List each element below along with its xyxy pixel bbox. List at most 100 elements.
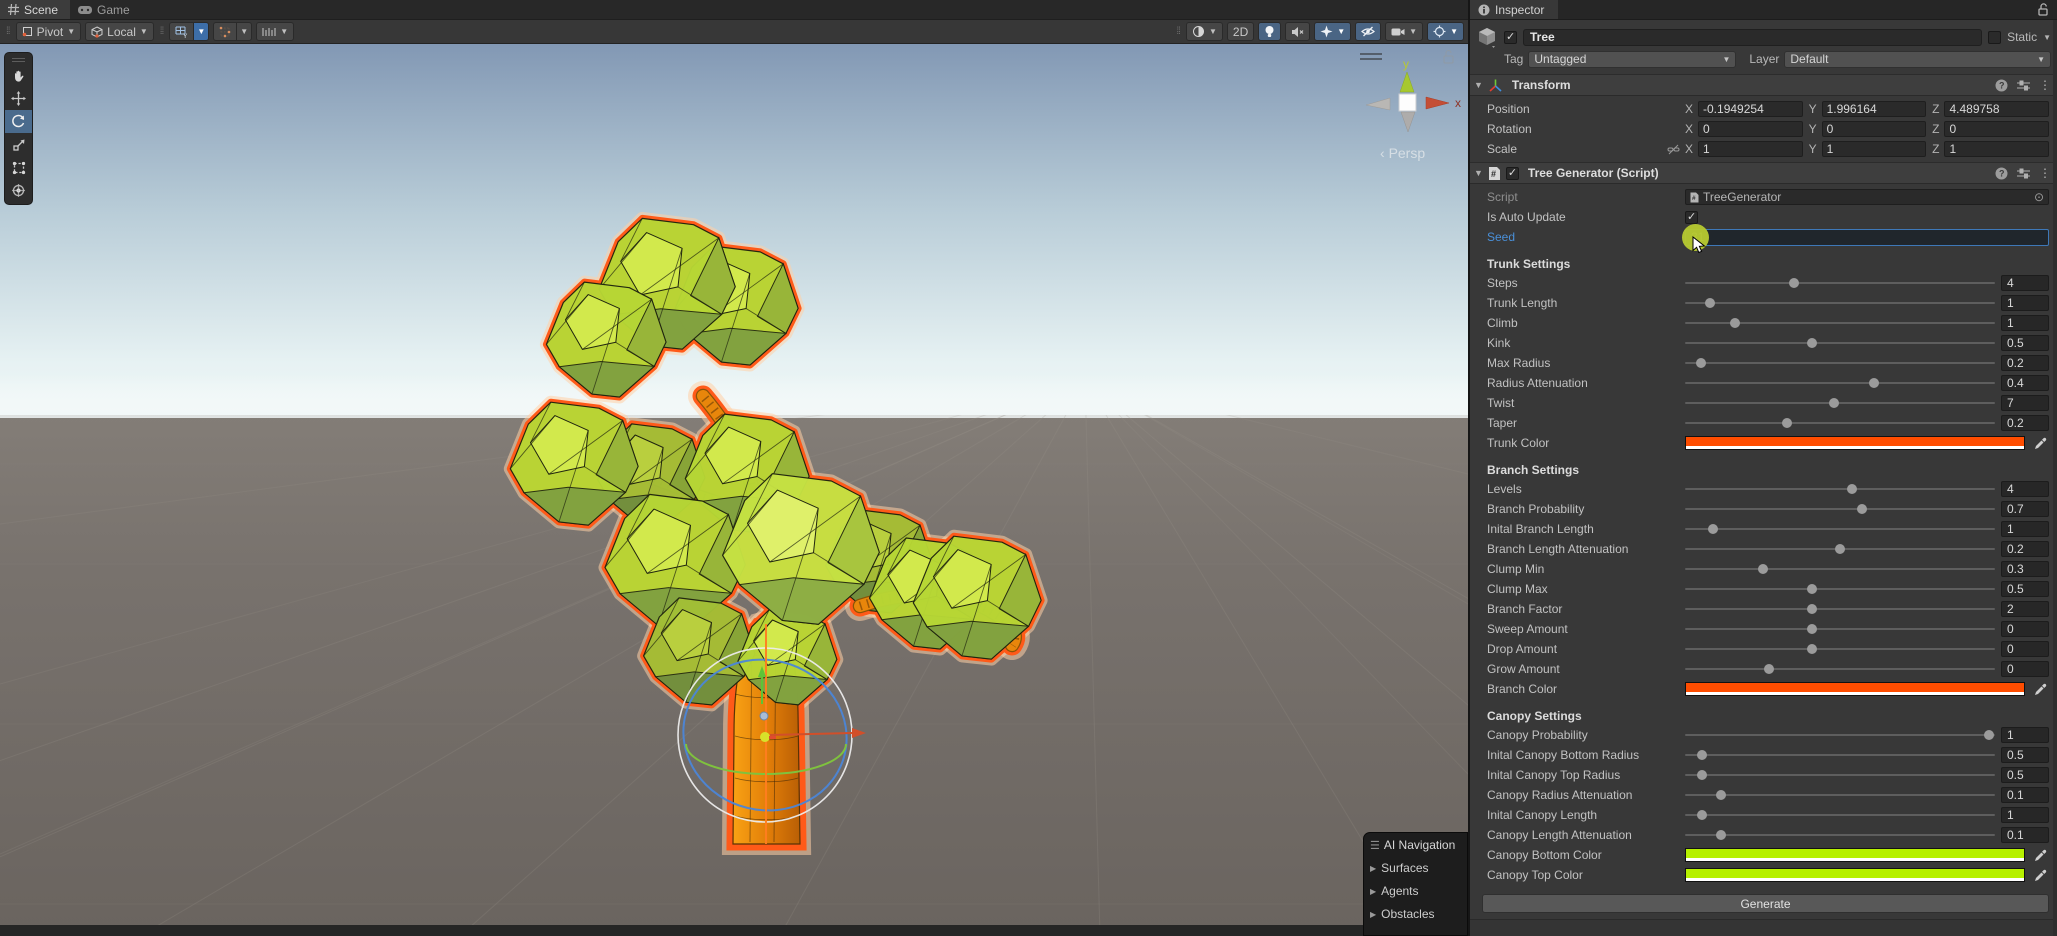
value-field[interactable]: 0	[2001, 621, 2049, 637]
slider-handle[interactable]	[1716, 790, 1726, 800]
slider-handle[interactable]	[1984, 730, 1994, 740]
inspector-lock-icon[interactable]	[2037, 0, 2057, 19]
position-x-field[interactable]: -0.1949254	[1698, 101, 1803, 117]
value-field[interactable]: 1	[2001, 295, 2049, 311]
gizmos-button[interactable]: ▼	[1427, 22, 1464, 41]
slider-handle[interactable]	[1758, 564, 1768, 574]
x-axis-cone[interactable]	[1426, 97, 1449, 109]
value-field[interactable]: 0.1	[2001, 827, 2049, 843]
eyedropper-icon[interactable]	[2031, 437, 2049, 450]
slider-handle[interactable]	[1807, 604, 1817, 614]
ai-nav-menu-icon[interactable]: ☰	[1370, 839, 1380, 852]
grid-visibility-button[interactable]: Y	[169, 22, 193, 41]
toolbar-grip3[interactable]: ⁞⁞	[1174, 26, 1182, 37]
slider-track[interactable]	[1685, 528, 1995, 530]
value-field[interactable]: 4	[2001, 481, 2049, 497]
slider-track[interactable]	[1685, 488, 1995, 490]
slider-handle[interactable]	[1807, 584, 1817, 594]
eyedropper-icon[interactable]	[2031, 849, 2049, 862]
scale-link-icon[interactable]	[1667, 143, 1680, 156]
eyedropper-icon[interactable]	[2031, 683, 2049, 696]
rotation-y-field[interactable]: 0	[1822, 121, 1927, 137]
is-auto-update-checkbox[interactable]	[1685, 211, 1698, 224]
slider-track[interactable]	[1685, 648, 1995, 650]
value-field[interactable]: 2	[2001, 601, 2049, 617]
2d-toggle-button[interactable]: 2D	[1227, 22, 1254, 41]
ai-nav-agents[interactable]: ▶Agents	[1370, 884, 1467, 898]
value-field[interactable]: 1	[2001, 315, 2049, 331]
transform-foldout[interactable]: ▼	[1474, 80, 1483, 90]
scale-x-field[interactable]: 1	[1698, 141, 1803, 157]
script-object-field[interactable]: # TreeGenerator ⊙	[1685, 189, 2049, 205]
slider-handle[interactable]	[1807, 338, 1817, 348]
static-checkbox[interactable]	[1988, 31, 2001, 44]
slider-track[interactable]	[1685, 322, 1995, 324]
grid-snap-dropdown[interactable]: ▼	[236, 22, 252, 41]
move-tool-button[interactable]	[5, 87, 32, 110]
ai-nav-obstacles[interactable]: ▶Obstacles	[1370, 907, 1467, 921]
local-mode-button[interactable]: Local▼	[85, 22, 154, 41]
color-swatch[interactable]	[1685, 436, 2025, 450]
value-field[interactable]: 0.5	[2001, 747, 2049, 763]
overlay-lock-icon[interactable]	[1444, 51, 1453, 64]
value-field[interactable]: 4	[2001, 275, 2049, 291]
slider-handle[interactable]	[1789, 278, 1799, 288]
tree-generator-header[interactable]: ▼ # Tree Generator (Script) ? ⋮	[1470, 162, 2057, 184]
rect-tool-button[interactable]	[5, 156, 32, 179]
camera-settings-button[interactable]: ▼	[1385, 22, 1423, 41]
static-dropdown-caret[interactable]: ▼	[2043, 33, 2051, 42]
generate-button[interactable]: Generate	[1482, 894, 2049, 913]
presets-icon[interactable]	[2017, 80, 2030, 91]
toolbar-grip2[interactable]: ⁞⁞	[158, 26, 166, 37]
gameobject-name-field[interactable]: Tree	[1523, 29, 1982, 46]
slider-track[interactable]	[1685, 568, 1995, 570]
value-field[interactable]: 0.5	[2001, 335, 2049, 351]
value-field[interactable]: 1	[2001, 727, 2049, 743]
audio-mute-button[interactable]	[1285, 22, 1310, 41]
value-field[interactable]: 0.5	[2001, 581, 2049, 597]
value-field[interactable]: 1	[2001, 521, 2049, 537]
transform-tool-button[interactable]	[5, 179, 32, 202]
value-field[interactable]: 1	[2001, 807, 2049, 823]
orientation-gizmo[interactable]: y x ‹ Persp	[1352, 46, 1466, 162]
slider-track[interactable]	[1685, 382, 1995, 384]
slider-handle[interactable]	[1730, 318, 1740, 328]
value-field[interactable]: 0.2	[2001, 415, 2049, 431]
tab-inspector[interactable]: Inspector	[1470, 0, 1558, 19]
eyedropper-icon[interactable]	[2031, 869, 2049, 882]
slider-track[interactable]	[1685, 588, 1995, 590]
tab-game[interactable]: Game	[70, 0, 142, 19]
seed-input[interactable]: 31	[1685, 229, 2049, 246]
color-swatch[interactable]	[1685, 682, 2025, 696]
transform-header[interactable]: ▼ Transform ? ⋮	[1470, 74, 2057, 96]
slider-track[interactable]	[1685, 774, 1995, 776]
object-picker-icon[interactable]: ⊙	[2034, 190, 2044, 204]
center-cube[interactable]	[1399, 94, 1416, 111]
value-field[interactable]: 0.2	[2001, 355, 2049, 371]
slider-track[interactable]	[1685, 754, 1995, 756]
tools-grip[interactable]	[5, 56, 32, 64]
pivot-mode-button[interactable]: Pivot▼	[16, 22, 82, 41]
left-axis-cone[interactable]	[1366, 98, 1390, 110]
value-field[interactable]: 0.1	[2001, 787, 2049, 803]
slider-handle[interactable]	[1807, 644, 1817, 654]
tree-generator-foldout[interactable]: ▼	[1474, 168, 1483, 178]
overlay-menu-icon[interactable]	[1360, 54, 1382, 59]
scene-lighting-button[interactable]	[1258, 22, 1281, 41]
tab-scene[interactable]: Scene	[0, 0, 70, 19]
slider-track[interactable]	[1685, 794, 1995, 796]
slider-handle[interactable]	[1847, 484, 1857, 494]
help-icon[interactable]: ?	[1995, 79, 2008, 92]
slider-track[interactable]	[1685, 628, 1995, 630]
increment-snap-button[interactable]: ▼	[256, 22, 294, 41]
slider-handle[interactable]	[1835, 544, 1845, 554]
slider-handle[interactable]	[1782, 418, 1792, 428]
down-axis-cone[interactable]	[1401, 112, 1415, 132]
value-field[interactable]: 0.3	[2001, 561, 2049, 577]
slider-handle[interactable]	[1697, 810, 1707, 820]
component-enabled-checkbox[interactable]	[1506, 167, 1519, 180]
value-field[interactable]: 0.4	[2001, 375, 2049, 391]
slider-track[interactable]	[1685, 814, 1995, 816]
value-field[interactable]: 0.7	[2001, 501, 2049, 517]
grid-snap-button[interactable]	[213, 22, 236, 41]
